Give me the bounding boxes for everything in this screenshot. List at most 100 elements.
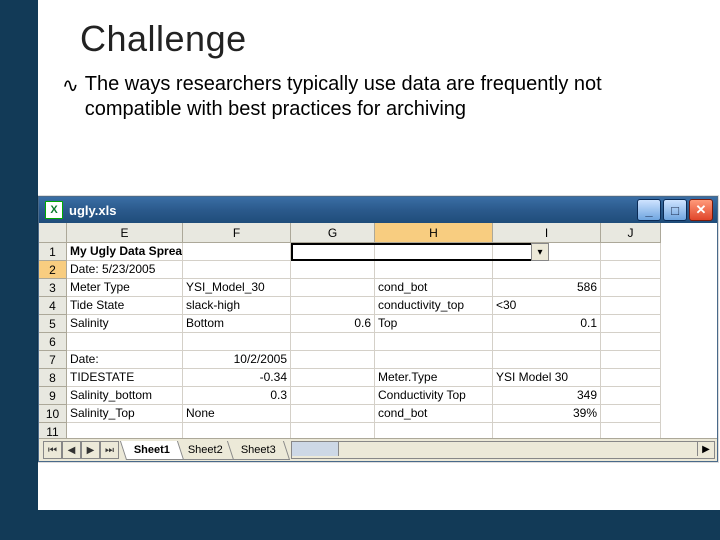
cell-G4[interactable] bbox=[291, 297, 375, 315]
cell-H7[interactable] bbox=[375, 351, 493, 369]
cell-I5[interactable]: 0.1 bbox=[493, 315, 601, 333]
cell-H4[interactable]: conductivity_top bbox=[375, 297, 493, 315]
cell-I9[interactable]: 349 bbox=[493, 387, 601, 405]
scroll-right-icon[interactable]: ▶ bbox=[697, 442, 714, 456]
row-header[interactable]: 7 bbox=[39, 351, 67, 369]
sheet-nav-next[interactable]: ▶ bbox=[81, 441, 100, 459]
table-row[interactable]: 6 bbox=[39, 333, 717, 351]
cell-I8[interactable]: YSI Model 30 bbox=[493, 369, 601, 387]
cell-E11[interactable] bbox=[67, 423, 183, 439]
row-header[interactable]: 5 bbox=[39, 315, 67, 333]
select-all-corner[interactable] bbox=[39, 223, 67, 243]
cell-G6[interactable] bbox=[291, 333, 375, 351]
row-header[interactable]: 8 bbox=[39, 369, 67, 387]
col-header-F[interactable]: F bbox=[183, 223, 291, 243]
cell-I3[interactable]: 586 bbox=[493, 279, 601, 297]
cell-J11[interactable] bbox=[601, 423, 661, 439]
table-row[interactable]: 8TIDESTATE-0.34 Meter.TypeYSI Model 30 bbox=[39, 369, 717, 387]
table-row[interactable]: 4Tide Stateslack-highconductivity_top<30 bbox=[39, 297, 717, 315]
cell-E9[interactable]: Salinity_bottom bbox=[67, 387, 183, 405]
close-button[interactable]: ✕ bbox=[689, 199, 713, 221]
cell-H11[interactable] bbox=[375, 423, 493, 439]
cell-I10[interactable]: 39% bbox=[493, 405, 601, 423]
row-header[interactable]: 11 bbox=[39, 423, 67, 439]
cell-H2[interactable] bbox=[375, 261, 493, 279]
maximize-button[interactable]: □ bbox=[663, 199, 687, 221]
cell-F8[interactable]: -0.34 bbox=[183, 369, 291, 387]
cell-F4[interactable]: slack-high bbox=[183, 297, 291, 315]
cell-I4[interactable]: <30 bbox=[493, 297, 601, 315]
cell-G1[interactable] bbox=[291, 243, 375, 261]
cell-H3[interactable]: cond_bot bbox=[375, 279, 493, 297]
minimize-button[interactable]: _ bbox=[637, 199, 661, 221]
cell-E1[interactable]: My Ugly Data Spreadsheet bbox=[67, 243, 183, 261]
sheet-tab-3[interactable]: Sheet3 bbox=[227, 441, 290, 460]
cell-E10[interactable]: Salinity_Top bbox=[67, 405, 183, 423]
window-titlebar[interactable]: X ugly.xls _ □ ✕ bbox=[39, 197, 717, 223]
cell-F7[interactable]: 10/2/2005 bbox=[183, 351, 291, 369]
cell-I2[interactable] bbox=[493, 261, 601, 279]
cell-G10[interactable] bbox=[291, 405, 375, 423]
cell-G7[interactable] bbox=[291, 351, 375, 369]
autofilter-dropdown-icon[interactable]: ▾ bbox=[531, 243, 549, 261]
table-row[interactable]: 3Meter TypeYSI_Model_30 cond_bot586 bbox=[39, 279, 717, 297]
cell-J1[interactable] bbox=[601, 243, 661, 261]
col-header-J[interactable]: J bbox=[601, 223, 661, 243]
table-row[interactable]: 7Date:10/2/2005 bbox=[39, 351, 717, 369]
cell-G8[interactable] bbox=[291, 369, 375, 387]
cell-F11[interactable] bbox=[183, 423, 291, 439]
sheet-tab-1[interactable]: Sheet1 bbox=[120, 441, 184, 460]
cell-F9[interactable]: 0.3 bbox=[183, 387, 291, 405]
cell-J4[interactable] bbox=[601, 297, 661, 315]
sheet-nav-first[interactable]: ⏮ bbox=[43, 441, 62, 459]
table-row[interactable]: 2Date: 5/23/2005 bbox=[39, 261, 717, 279]
cell-F5[interactable]: Bottom bbox=[183, 315, 291, 333]
col-header-E[interactable]: E bbox=[67, 223, 183, 243]
col-header-I[interactable]: I bbox=[493, 223, 601, 243]
row-header[interactable]: 6 bbox=[39, 333, 67, 351]
cell-F3[interactable]: YSI_Model_30 bbox=[183, 279, 291, 297]
row-header[interactable]: 10 bbox=[39, 405, 67, 423]
cell-G5[interactable]: 0.6 bbox=[291, 315, 375, 333]
table-row[interactable]: 10Salinity_TopNonecond_bot39% bbox=[39, 405, 717, 423]
cell-G2[interactable] bbox=[291, 261, 375, 279]
cell-J8[interactable] bbox=[601, 369, 661, 387]
cell-G11[interactable] bbox=[291, 423, 375, 439]
cell-E3[interactable]: Meter Type bbox=[67, 279, 183, 297]
cell-H8[interactable]: Meter.Type bbox=[375, 369, 493, 387]
cell-H9[interactable]: Conductivity Top bbox=[375, 387, 493, 405]
table-row[interactable]: 11 bbox=[39, 423, 717, 439]
spreadsheet-grid[interactable]: E F G H I J 1My Ugly Data Spreadsheet2Da… bbox=[39, 223, 717, 439]
table-row[interactable]: 5SalinityBottom0.6Top0.1 bbox=[39, 315, 717, 333]
cell-I6[interactable] bbox=[493, 333, 601, 351]
cell-I7[interactable] bbox=[493, 351, 601, 369]
cell-H6[interactable] bbox=[375, 333, 493, 351]
horizontal-scrollbar[interactable]: ▶ bbox=[291, 441, 715, 459]
cell-G3[interactable] bbox=[291, 279, 375, 297]
cell-E6[interactable] bbox=[67, 333, 183, 351]
cell-E2[interactable]: Date: 5/23/2005 bbox=[67, 261, 183, 279]
cell-J3[interactable] bbox=[601, 279, 661, 297]
row-header[interactable]: 1 bbox=[39, 243, 67, 261]
cell-J2[interactable] bbox=[601, 261, 661, 279]
scrollbar-thumb[interactable] bbox=[292, 442, 339, 456]
cell-F6[interactable] bbox=[183, 333, 291, 351]
cell-J5[interactable] bbox=[601, 315, 661, 333]
cell-H1[interactable] bbox=[375, 243, 493, 261]
cell-E5[interactable]: Salinity bbox=[67, 315, 183, 333]
cell-I11[interactable] bbox=[493, 423, 601, 439]
cell-F2[interactable] bbox=[183, 261, 291, 279]
sheet-nav-last[interactable]: ⏭ bbox=[100, 441, 119, 459]
cell-J7[interactable] bbox=[601, 351, 661, 369]
cell-H10[interactable]: cond_bot bbox=[375, 405, 493, 423]
grid-body[interactable]: 1My Ugly Data Spreadsheet2Date: 5/23/200… bbox=[39, 243, 717, 439]
col-header-H[interactable]: H bbox=[375, 223, 493, 243]
table-row[interactable]: 1My Ugly Data Spreadsheet bbox=[39, 243, 717, 261]
cell-E8[interactable]: TIDESTATE bbox=[67, 369, 183, 387]
row-header[interactable]: 3 bbox=[39, 279, 67, 297]
table-row[interactable]: 9Salinity_bottom0.3Conductivity Top349 bbox=[39, 387, 717, 405]
row-header[interactable]: 2 bbox=[39, 261, 67, 279]
cell-F1[interactable] bbox=[183, 243, 291, 261]
sheet-nav-prev[interactable]: ◀ bbox=[62, 441, 81, 459]
row-header[interactable]: 4 bbox=[39, 297, 67, 315]
